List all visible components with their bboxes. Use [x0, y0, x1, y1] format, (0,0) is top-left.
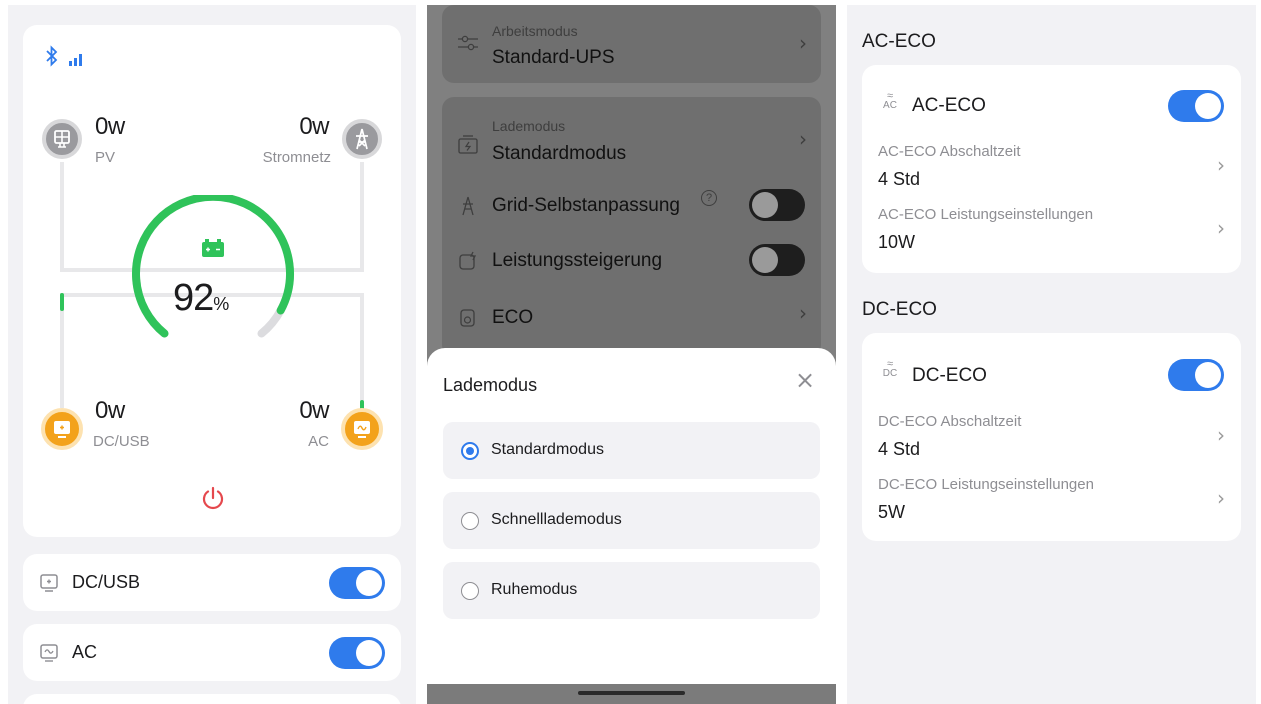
- home-indicator-bar: [427, 684, 836, 704]
- ac-output-row-icon: [40, 644, 58, 662]
- ac-eco-card: ≈ AC AC-ECO AC-ECO Abschaltzeit 4 Std › …: [862, 65, 1241, 273]
- charging-icon: [458, 135, 478, 154]
- ac-power-value: 0w: [299, 397, 329, 424]
- dc-eco-card: ≈ DC DC-ECO DC-ECO Abschaltzeit 4 Std › …: [862, 333, 1241, 541]
- dc-output-icon: [54, 421, 70, 438]
- ac-eco-power-value[interactable]: 10W: [878, 232, 915, 253]
- grid-adapt-label: Grid-Selbstanpassung: [492, 195, 680, 216]
- ac-row-label: AC: [72, 642, 98, 662]
- dc-eco-shutdown-chevron-icon[interactable]: ›: [1217, 423, 1225, 447]
- dcusb-output-row[interactable]: DC/USB: [23, 554, 401, 611]
- ac-eco-power-label: AC-ECO Leistungseinstellungen: [878, 206, 1094, 223]
- eco-settings-panel: AC-ECO ≈ AC AC-ECO AC-ECO Abschaltzeit 4…: [847, 5, 1256, 704]
- solar-panel-icon: [54, 130, 70, 148]
- dcusb-output-icon: [40, 574, 58, 592]
- option-standardmodus[interactable]: Standardmodus: [443, 422, 820, 479]
- ac-toggle[interactable]: [329, 637, 385, 669]
- option-label: Schnelllademodus: [491, 511, 622, 528]
- energy-flow-card: 0w PV 0w Stromnetz 92% 0w DC/USB 0w AC: [23, 25, 401, 537]
- dc-eco-section-title: DC-ECO: [862, 299, 937, 320]
- pv-label: PV: [95, 149, 116, 166]
- device-overview-panel: 0w PV 0w Stromnetz 92% 0w DC/USB 0w AC D…: [8, 5, 416, 704]
- eco-icon: [460, 309, 475, 327]
- close-icon[interactable]: ×: [795, 366, 815, 394]
- ac-connector-line: [360, 293, 364, 408]
- dcusb-node[interactable]: [41, 408, 83, 450]
- signal-strength-icon: [69, 54, 82, 66]
- radio-unselected-icon[interactable]: [461, 512, 479, 530]
- grid-adapt-toggle[interactable]: [749, 189, 805, 221]
- lademodus-settings-card: Lademodus Standardmodus › Grid-Selbstanp…: [442, 97, 821, 357]
- option-label: Standardmodus: [491, 441, 604, 458]
- sliders-icon: [458, 35, 478, 51]
- eco-label[interactable]: ECO: [492, 307, 533, 329]
- ac-eco-icon-label: AC: [883, 100, 897, 111]
- option-schnelllademodus[interactable]: Schnelllademodus: [443, 492, 820, 549]
- battery-percent: 92%: [173, 277, 273, 320]
- lademodus-row-value[interactable]: Standardmodus: [492, 143, 626, 165]
- lademodus-bottom-sheet: Lademodus × Standardmodus Schnelllademod…: [427, 348, 836, 684]
- power-tower-icon: [356, 128, 368, 150]
- sheet-title: Lademodus: [443, 375, 538, 395]
- pv-power-value: 0w: [95, 113, 125, 140]
- ac-eco-shutdown-chevron-icon[interactable]: ›: [1217, 153, 1225, 177]
- power-button-icon[interactable]: [200, 485, 226, 511]
- dc-eco-toggle[interactable]: [1168, 359, 1224, 391]
- dc-eco-shutdown-label: DC-ECO Abschaltzeit: [878, 413, 1022, 430]
- dc-eco-power-chevron-icon[interactable]: ›: [1217, 486, 1225, 510]
- help-icon[interactable]: ?: [701, 190, 717, 206]
- dcusb-power-value: 0w: [95, 397, 125, 424]
- dc-eco-title: DC-ECO: [912, 365, 987, 386]
- dcusb-toggle[interactable]: [329, 567, 385, 599]
- boost-label: Leistungssteigerung: [492, 250, 663, 271]
- pv-node[interactable]: [42, 119, 82, 159]
- arbeitsmodus-value: Standard-UPS: [492, 47, 615, 68]
- eco-chevron-icon: ›: [799, 301, 807, 325]
- grid-adapt-icon: [462, 196, 474, 216]
- battery-percent-value: 92: [173, 277, 214, 319]
- ac-eco-power-chevron-icon[interactable]: ›: [1217, 216, 1225, 240]
- dcusb-row-label: DC/USB: [72, 572, 141, 592]
- battery-gauge: [132, 195, 294, 338]
- ac-output-row[interactable]: AC: [23, 624, 401, 681]
- grid-connector-line: [360, 162, 364, 272]
- ac-label: AC: [308, 433, 329, 450]
- next-row-card: [23, 694, 401, 704]
- ac-eco-shutdown-value[interactable]: 4 Std: [878, 169, 920, 190]
- dc-eco-power-label: DC-ECO Leistungseinstellungen: [878, 476, 1094, 493]
- dc-eco-icon-label: DC: [882, 368, 898, 379]
- dc-eco-icon: ≈ DC: [880, 359, 900, 379]
- battery-icon: [202, 239, 224, 257]
- grid-label: Stromnetz: [262, 149, 331, 166]
- dcusb-label: DC/USB: [93, 433, 150, 450]
- pv-connector-line: [60, 162, 64, 272]
- battery-percent-unit: %: [213, 294, 230, 314]
- radio-selected-icon[interactable]: [461, 442, 479, 460]
- lademodus-chevron-icon: ›: [799, 127, 807, 151]
- option-ruhemodus[interactable]: Ruhemodus: [443, 562, 820, 619]
- ac-eco-icon: ≈ AC: [880, 91, 900, 111]
- dc-eco-shutdown-value[interactable]: 4 Std: [878, 439, 920, 460]
- lademodus-row-label: Lademodus: [492, 118, 566, 134]
- ac-eco-shutdown-label: AC-ECO Abschaltzeit: [878, 143, 1021, 160]
- boost-icon: [459, 251, 477, 270]
- arbeitsmodus-label: Arbeitsmodus: [492, 23, 578, 39]
- option-label: Ruhemodus: [491, 581, 578, 598]
- bluetooth-icon: [46, 45, 58, 67]
- boost-toggle[interactable]: [749, 244, 805, 276]
- mode-settings-panel: Arbeitsmodus Standard-UPS › Lademodus St…: [427, 5, 836, 704]
- ac-eco-toggle[interactable]: [1168, 90, 1224, 122]
- dcusb-flow-indicator: [60, 293, 64, 311]
- grid-power-value: 0w: [299, 113, 329, 140]
- ac-node[interactable]: [341, 408, 383, 450]
- ac-eco-title: AC-ECO: [912, 95, 986, 116]
- dc-eco-power-value[interactable]: 5W: [878, 502, 905, 523]
- arbeitsmodus-chevron-icon: ›: [799, 31, 807, 55]
- radio-unselected-icon[interactable]: [461, 582, 479, 600]
- ac-output-icon: [354, 421, 370, 438]
- grid-node[interactable]: [342, 119, 382, 159]
- arbeitsmodus-row[interactable]: Arbeitsmodus Standard-UPS ›: [442, 5, 821, 83]
- ac-eco-section-title: AC-ECO: [862, 31, 936, 52]
